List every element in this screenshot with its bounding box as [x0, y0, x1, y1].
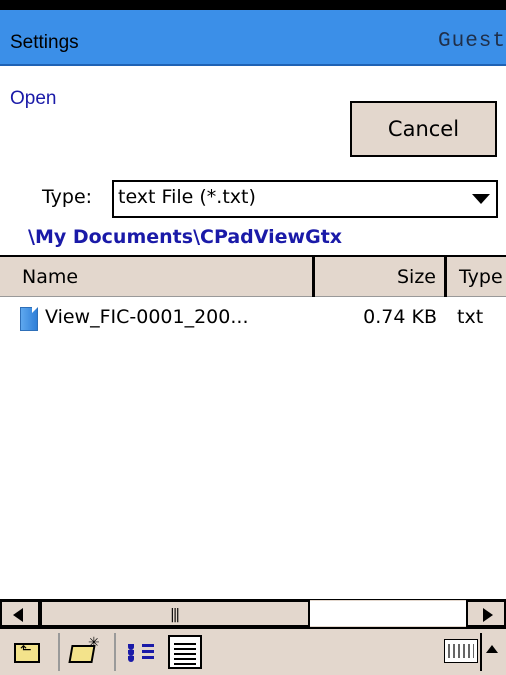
grip-icon: ||| — [170, 607, 180, 623]
list-view-icon — [128, 641, 154, 665]
scroll-right-button[interactable] — [466, 600, 506, 627]
title-bar: Settings Guest — [0, 10, 506, 66]
details-view-button[interactable] — [168, 635, 202, 669]
list-view-button[interactable] — [124, 635, 158, 669]
column-header-name[interactable]: Name — [22, 257, 312, 297]
file-type-select[interactable]: text File (*.txt) — [112, 180, 498, 218]
keyboard-icon[interactable] — [444, 639, 478, 663]
scroll-left-button[interactable] — [0, 600, 40, 627]
list-item[interactable]: View_FIC-0001_200... 0.74 KB txt — [0, 302, 506, 338]
bottom-toolbar: ✳ — [0, 627, 506, 675]
scrollbar-thumb[interactable]: ||| — [40, 600, 310, 627]
file-type: txt — [457, 306, 484, 328]
file-size: 0.74 KB — [363, 306, 437, 328]
arrow-left-icon — [13, 608, 23, 622]
list-header: Name Size Type — [0, 255, 506, 297]
user-label: Guest — [437, 30, 506, 53]
sparkle-icon: ✳ — [88, 635, 100, 651]
details-view-icon — [168, 635, 202, 669]
file-name: View_FIC-0001_200... — [45, 306, 249, 328]
device-screen: Settings Guest Open Cancel Type: text Fi… — [0, 10, 506, 675]
chevron-down-icon[interactable] — [472, 194, 490, 204]
file-type-value: text File (*.txt) — [118, 186, 256, 208]
current-path: \My Documents\CPadViewGtx — [28, 226, 343, 248]
up-folder-button[interactable] — [10, 635, 44, 669]
column-header-type[interactable]: Type — [447, 257, 506, 297]
toolbar-divider — [114, 633, 116, 671]
type-label: Type: — [42, 186, 93, 208]
cancel-button[interactable]: Cancel — [350, 101, 497, 157]
up-folder-icon — [14, 642, 40, 663]
toolbar-divider — [58, 633, 60, 671]
input-panel-arrow-icon[interactable] — [486, 645, 498, 653]
column-header-size[interactable]: Size — [315, 257, 442, 297]
horizontal-scrollbar[interactable]: ||| — [0, 599, 506, 627]
scrollbar-track[interactable] — [310, 601, 466, 626]
new-folder-button[interactable]: ✳ — [68, 635, 102, 669]
toolbar-divider — [480, 633, 482, 671]
text-file-icon — [20, 307, 38, 331]
app-title: Settings — [10, 32, 79, 53]
dialog-heading: Open — [10, 88, 57, 109]
arrow-right-icon — [483, 608, 493, 622]
